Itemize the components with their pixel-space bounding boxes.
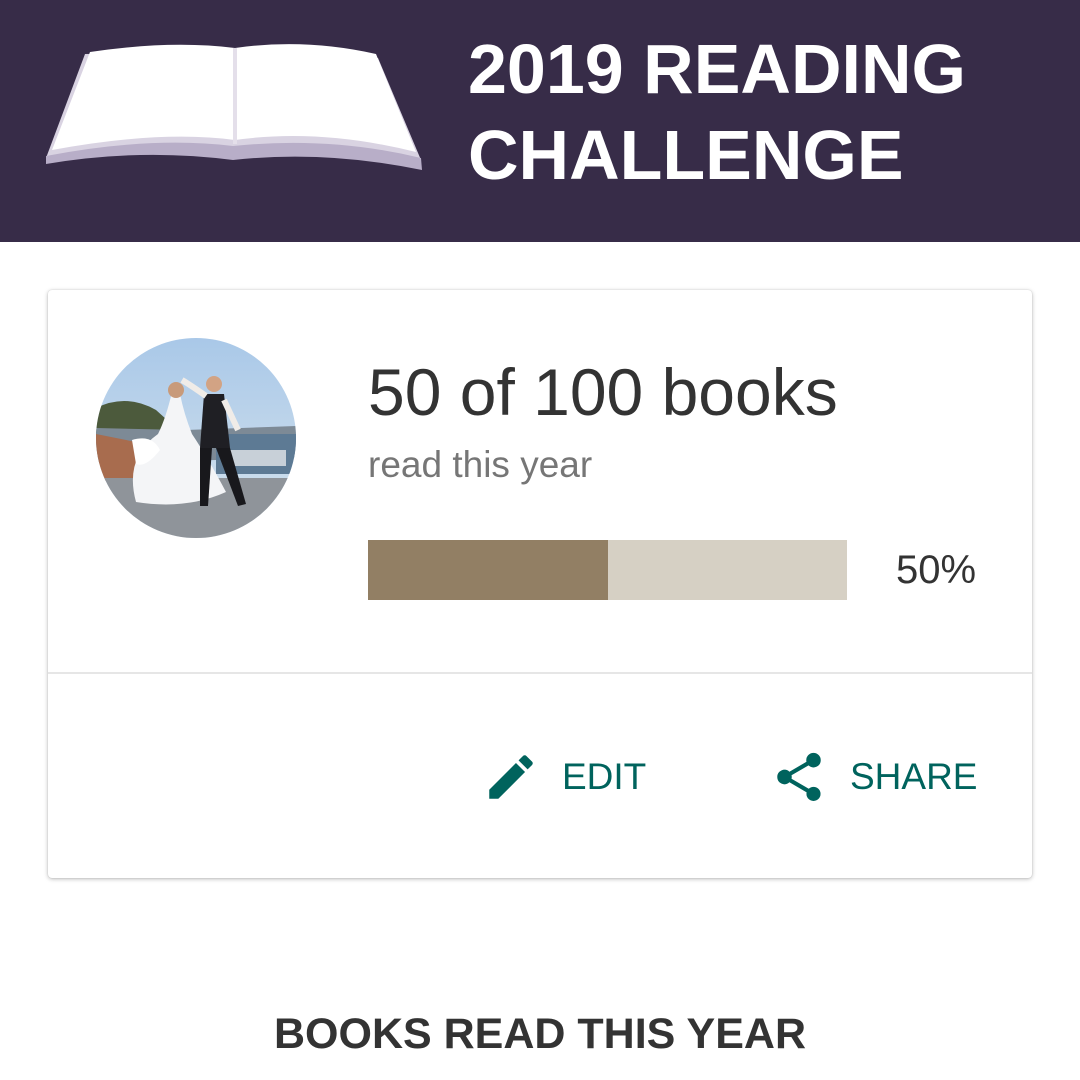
challenge-banner: 2019 READING CHALLENGE bbox=[0, 0, 1080, 242]
avatar-photo bbox=[96, 338, 296, 538]
challenge-title: 2019 READING CHALLENGE bbox=[468, 26, 1068, 198]
card-divider bbox=[48, 672, 1032, 674]
edit-button[interactable]: EDIT bbox=[482, 745, 646, 809]
share-icon bbox=[770, 748, 828, 806]
books-read-heading: BOOKS READ THIS YEAR bbox=[274, 1010, 806, 1058]
avatar[interactable] bbox=[96, 338, 296, 538]
edit-button-label: EDIT bbox=[562, 756, 647, 797]
books-count-subtitle: read this year bbox=[368, 444, 593, 485]
progress-bar-fill bbox=[368, 540, 608, 600]
pencil-icon bbox=[482, 748, 540, 806]
challenge-progress-card: 50 of 100 books read this year 50% EDIT … bbox=[48, 290, 1032, 878]
share-button[interactable]: SHARE bbox=[770, 745, 977, 809]
books-count-title: 50 of 100 books bbox=[368, 355, 838, 429]
progress-percent-label: 50% bbox=[896, 548, 977, 592]
share-button-label: SHARE bbox=[850, 756, 978, 797]
challenge-title-line-2: CHALLENGE bbox=[468, 116, 904, 194]
progress-bar bbox=[368, 540, 847, 600]
open-book-icon bbox=[40, 40, 430, 170]
challenge-title-line-1: 2019 READING bbox=[468, 30, 966, 108]
